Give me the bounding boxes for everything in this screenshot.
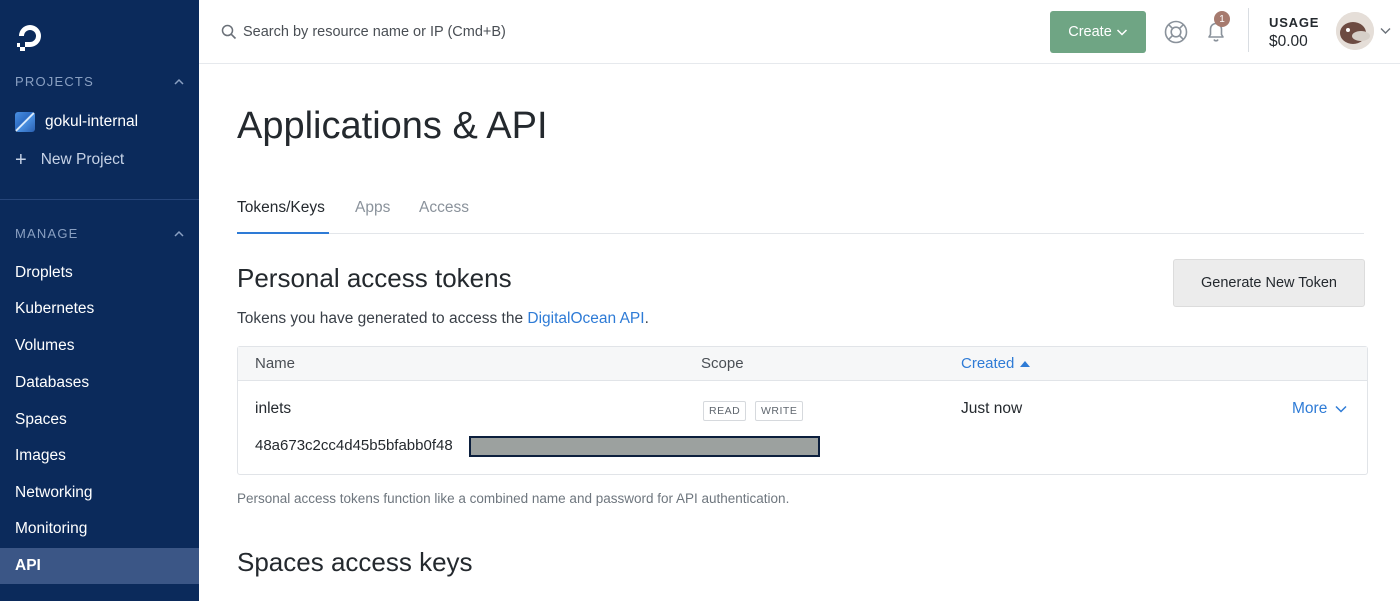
new-project-link[interactable]: + New Project [15, 149, 125, 171]
generate-new-token-label: Generate New Token [1201, 275, 1337, 291]
digitalocean-logo-icon[interactable] [14, 20, 46, 52]
topbar-divider [1248, 8, 1249, 52]
chevron-down-icon [1116, 29, 1127, 36]
sidebar-divider [0, 199, 199, 200]
spaces-keys-heading: Spaces access keys [237, 547, 473, 577]
scope-tag-read: READ [703, 401, 747, 421]
sidebar-item-label: Monitoring [15, 520, 88, 537]
search-input[interactable] [243, 18, 843, 46]
column-header-name: Name [255, 355, 296, 372]
avatar[interactable] [1336, 12, 1374, 50]
tokens-table: Name Scope Created inlets READ WRITE Jus… [237, 346, 1368, 475]
sidebar-item-api[interactable]: API [0, 548, 199, 584]
redacted-token-overlay [469, 436, 820, 457]
sidebar-item-volumes[interactable]: Volumes [0, 328, 199, 364]
sidebar-item-images[interactable]: Images [0, 438, 199, 474]
token-created: Just now [961, 400, 1023, 417]
notification-badge: 1 [1214, 11, 1230, 27]
chevron-down-icon [1335, 405, 1347, 413]
sidebar-item-databases[interactable]: Databases [0, 365, 199, 401]
chevron-down-icon[interactable] [1380, 27, 1391, 35]
column-header-created[interactable]: Created [961, 355, 1031, 372]
column-header-created-label: Created [961, 355, 1015, 372]
app-root: PROJECTS gokul-internal + New Project MA… [0, 0, 1400, 601]
description-suffix: . [644, 310, 649, 327]
usage-label: USAGE [1269, 15, 1320, 30]
manage-heading: MANAGE [15, 226, 79, 241]
tab-label: Access [419, 199, 469, 216]
avatar-image-icon [1336, 12, 1374, 50]
personal-tokens-heading: Personal access tokens [237, 263, 512, 293]
sidebar-item-label: Droplets [15, 264, 73, 281]
tokens-footnote: Personal access tokens function like a c… [237, 491, 790, 506]
sidebar-item-label: Databases [15, 374, 90, 391]
sidebar-item-label: API [15, 557, 41, 574]
table-header: Name Scope Created [238, 347, 1367, 381]
sidebar-item-label: Images [15, 447, 66, 464]
projects-section-header[interactable]: PROJECTS [15, 74, 185, 89]
chevron-up-icon[interactable] [173, 76, 185, 88]
sidebar-item-monitoring[interactable]: Monitoring [0, 511, 199, 547]
column-header-scope: Scope [701, 355, 744, 372]
sidebar-item-label: Kubernetes [15, 300, 95, 317]
project-name: gokul-internal [45, 113, 139, 130]
projects-heading: PROJECTS [15, 74, 94, 89]
create-button-label: Create [1068, 24, 1112, 40]
tab-label: Tokens/Keys [237, 199, 325, 216]
sidebar-item-kubernetes[interactable]: Kubernetes [0, 291, 199, 327]
chevron-up-icon[interactable] [173, 228, 185, 240]
project-icon [15, 112, 35, 132]
token-value[interactable]: 48a673c2cc4d45b5bfabb0f48 [255, 437, 453, 454]
tab-label: Apps [355, 199, 391, 216]
topbar: Create 1 USAGE $0.00 [199, 0, 1400, 64]
tab-apps[interactable]: Apps [355, 192, 390, 234]
manage-section-header[interactable]: MANAGE [15, 226, 185, 241]
sidebar-item-label: Volumes [15, 337, 75, 354]
scope-tag-write: WRITE [755, 401, 804, 421]
more-label: More [1292, 400, 1328, 417]
digitalocean-api-link[interactable]: DigitalOcean API [527, 310, 644, 327]
sidebar-project-gokul-internal[interactable]: gokul-internal [15, 112, 138, 132]
create-button[interactable]: Create [1050, 11, 1146, 53]
tab-access[interactable]: Access [419, 192, 469, 234]
sidebar-item-spaces[interactable]: Spaces [0, 402, 199, 438]
sidebar-item-networking[interactable]: Networking [0, 475, 199, 511]
tokens-description: Tokens you have generated to access the … [237, 310, 649, 328]
search-icon [221, 24, 237, 40]
more-dropdown[interactable]: More [1292, 400, 1347, 418]
token-name: inlets [255, 400, 292, 417]
usage-value[interactable]: $0.00 [1269, 33, 1308, 51]
generate-new-token-button[interactable]: Generate New Token [1173, 259, 1365, 307]
plus-icon: + [15, 149, 27, 171]
new-project-label: New Project [40, 151, 125, 168]
sidebar-item-label: Networking [15, 484, 93, 501]
sidebar: PROJECTS gokul-internal + New Project MA… [0, 0, 199, 601]
tab-tokens-keys[interactable]: Tokens/Keys [237, 192, 329, 234]
sidebar-item-droplets[interactable]: Droplets [0, 255, 199, 291]
tabs: Tokens/Keys Apps Access [237, 192, 1364, 234]
help-lifebuoy-icon[interactable] [1163, 19, 1189, 45]
description-prefix: Tokens you have generated to access the [237, 310, 528, 327]
sidebar-item-label: Spaces [15, 411, 67, 428]
sort-ascending-icon [1020, 360, 1031, 367]
page-title: Applications & API [237, 105, 548, 147]
